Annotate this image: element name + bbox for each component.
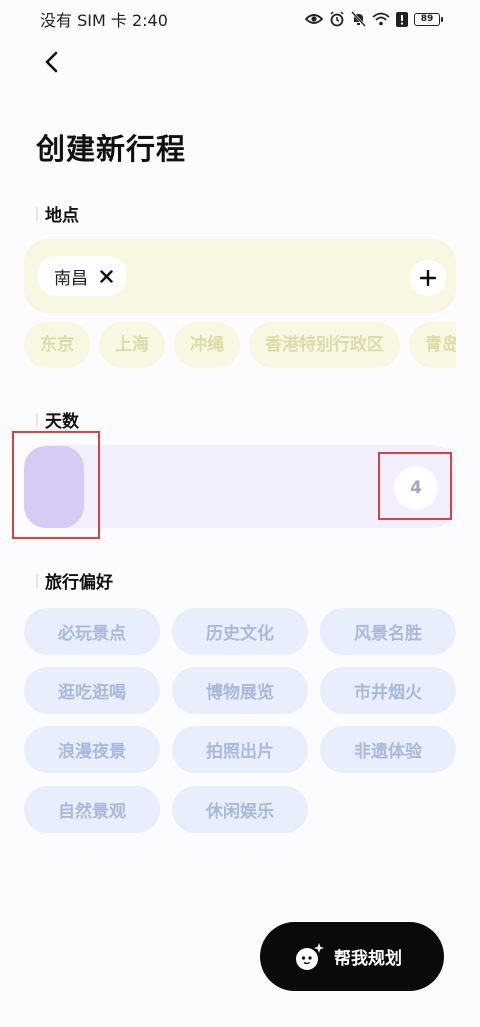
location-box[interactable]: 南昌	[24, 239, 456, 313]
wifi-icon	[372, 12, 390, 26]
alert-icon	[396, 11, 408, 27]
preference-chip[interactable]: 市井烟火	[320, 667, 456, 714]
battery-icon: 89	[414, 12, 443, 26]
location-label: 地点	[45, 206, 79, 226]
mascot-icon	[296, 942, 324, 970]
location-section-label: 地点	[36, 201, 79, 226]
preference-chip[interactable]: 历史文化	[172, 608, 308, 655]
location-chip-label: 南昌	[54, 268, 88, 289]
preference-chip[interactable]: 逛吃逛喝	[24, 667, 160, 714]
preference-chip[interactable]: 拍照出片	[172, 726, 308, 773]
status-icons: 89	[305, 11, 443, 27]
days-section-label: 天数	[36, 407, 79, 432]
eye-icon	[305, 14, 323, 24]
location-chip[interactable]: 南昌	[37, 256, 127, 296]
status-carrier-time: 没有 SIM 卡 2:40	[40, 11, 168, 30]
preferences-section-label: 旅行偏好	[36, 568, 113, 593]
preference-chip[interactable]: 浪漫夜景	[24, 726, 160, 773]
suggestion-chip[interactable]: 冲绳	[174, 322, 240, 368]
back-button[interactable]	[36, 46, 68, 78]
section-bar	[36, 206, 38, 221]
preference-chip[interactable]: 博物展览	[172, 667, 308, 714]
suggestion-chip[interactable]: 香港特别行政区	[249, 322, 400, 368]
highlight-box-value	[378, 452, 452, 520]
section-bar	[36, 412, 38, 427]
close-icon[interactable]	[100, 269, 113, 283]
preference-chip[interactable]: 自然景观	[24, 786, 160, 833]
mute-bell-icon	[351, 11, 366, 27]
location-suggestions: 东京 上海 冲绳 香港特别行政区 青岛	[24, 322, 456, 368]
preference-chip[interactable]: 非遗体验	[320, 726, 456, 773]
section-bar	[36, 573, 38, 588]
plus-icon	[420, 270, 436, 286]
add-location-button[interactable]	[410, 260, 446, 296]
days-label: 天数	[45, 412, 79, 432]
page-title: 创建新行程	[36, 132, 187, 166]
suggestion-chip[interactable]: 东京	[24, 322, 90, 368]
status-bar: 没有 SIM 卡 2:40 89	[0, 0, 480, 38]
plan-button-label: 帮我规划	[334, 949, 402, 969]
preference-chip[interactable]: 必玩景点	[24, 608, 160, 655]
suggestion-chip[interactable]: 上海	[99, 322, 165, 368]
suggestion-chip[interactable]: 青岛	[409, 322, 456, 368]
plan-button[interactable]: 帮我规划	[260, 922, 444, 991]
chevron-left-icon	[45, 51, 58, 73]
preference-chip[interactable]: 风景名胜	[320, 608, 456, 655]
highlight-box-thumb	[12, 431, 100, 539]
alarm-icon	[330, 11, 344, 27]
preferences-label: 旅行偏好	[45, 573, 113, 593]
preference-chip[interactable]: 休闲娱乐	[172, 786, 308, 833]
